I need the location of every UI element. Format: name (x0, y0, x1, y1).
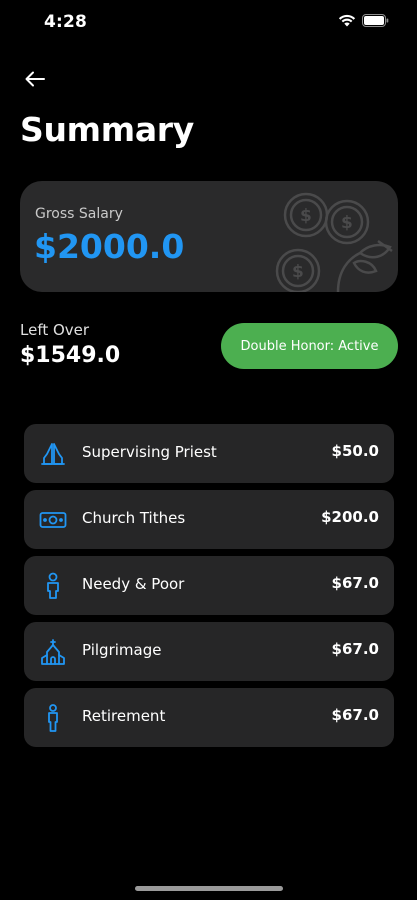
expense-row-retirement[interactable]: Retirement $67.0 (24, 688, 394, 747)
money-coins-icon: $ $ $ (275, 192, 393, 292)
expense-row-needy-and-poor[interactable]: Needy & Poor $67.0 (24, 556, 394, 615)
expense-name: Retirement (82, 707, 166, 725)
back-button[interactable] (20, 64, 50, 94)
expense-name: Church Tithes (82, 509, 186, 527)
arrow-left-icon (25, 71, 45, 87)
expense-name: Pilgrimage (82, 641, 162, 659)
expense-row-church-tithes[interactable]: Church Tithes $200.0 (24, 490, 394, 549)
wifi-icon (338, 14, 356, 27)
expense-row-supervising-priest[interactable]: Supervising Priest $50.0 (24, 424, 394, 483)
gross-salary-card: Gross Salary $2000.0 $ $ $ (20, 181, 398, 292)
gross-salary-amount: $2000.0 (34, 227, 185, 266)
status-icons (338, 14, 389, 27)
left-over-amount: $1549.0 (20, 343, 121, 368)
expense-list: Supervising Priest $50.0 Church Tithes $… (24, 424, 394, 754)
church-icon (38, 637, 68, 667)
praying-hands-icon (38, 439, 68, 469)
money-bill-icon (38, 505, 68, 535)
home-indicator (135, 886, 283, 891)
double-honor-button[interactable]: Double Honor: Active (221, 323, 398, 369)
person-icon (38, 571, 68, 601)
left-over-label: Left Over (20, 321, 90, 339)
status-time: 4:28 (44, 12, 88, 32)
standing-person-icon (38, 703, 68, 733)
gross-salary-label: Gross Salary (35, 206, 123, 222)
svg-text:$: $ (292, 262, 304, 282)
page-title: Summary (20, 110, 194, 149)
expense-name: Supervising Priest (82, 443, 217, 461)
expense-row-pilgrimage[interactable]: Pilgrimage $67.0 (24, 622, 394, 681)
svg-text:$: $ (300, 206, 312, 226)
expense-value: $67.0 (331, 706, 379, 724)
expense-name: Needy & Poor (82, 575, 185, 593)
expense-value: $200.0 (321, 508, 379, 526)
expense-value: $67.0 (331, 640, 379, 658)
status-bar: 4:28 (0, 0, 417, 46)
svg-text:$: $ (341, 213, 353, 233)
expense-value: $67.0 (331, 574, 379, 592)
battery-icon (362, 14, 389, 27)
expense-value: $50.0 (331, 442, 379, 460)
